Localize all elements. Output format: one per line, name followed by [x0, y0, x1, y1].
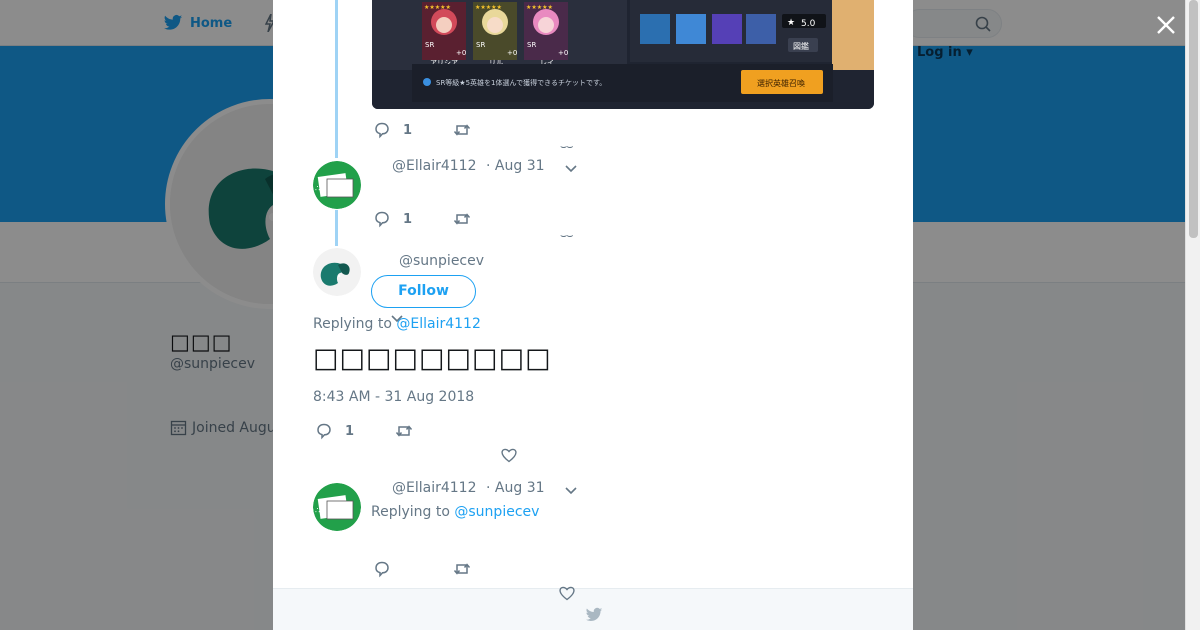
- tweet-handle[interactable]: @Ellair4112: [392, 480, 476, 496]
- reply-icon: [375, 122, 389, 139]
- user-avatar[interactable]: [313, 248, 361, 296]
- reply-action[interactable]: 1: [373, 121, 412, 139]
- zukan-label: 図鑑: [793, 41, 809, 51]
- tweet-timestamp[interactable]: 8:43 AM - 31 Aug 2018: [313, 389, 474, 405]
- retweet-action[interactable]: [453, 121, 471, 139]
- tweet-date[interactable]: · Aug 31: [486, 158, 545, 174]
- chevron-down-icon[interactable]: [564, 484, 578, 498]
- tweet-handle[interactable]: @Ellair4112: [392, 158, 476, 174]
- tweet-handle[interactable]: @sunpiecev: [399, 253, 484, 269]
- replying-prefix: Replying to: [313, 316, 392, 332]
- thread-connector: [335, 210, 338, 246]
- retweet-action[interactable]: [453, 210, 471, 228]
- retweet-icon: [453, 124, 471, 136]
- heart-icon[interactable]: [500, 446, 518, 464]
- replying-to-link[interactable]: @Ellair4112: [396, 316, 480, 332]
- like-icon-partial[interactable]: ⌣⌣: [560, 140, 574, 154]
- rating-label: 5.0: [801, 19, 816, 29]
- user-avatar[interactable]: ∴: [313, 161, 361, 209]
- twitter-bird-icon: [585, 607, 603, 622]
- retweet-icon: [395, 425, 413, 437]
- retweet-action[interactable]: [395, 422, 413, 440]
- replying-to-line: Replying to @sunpiecev: [371, 504, 539, 520]
- green-avatar-image: ∴: [313, 161, 361, 209]
- follow-button[interactable]: Follow: [371, 275, 476, 308]
- reply-icon: [317, 423, 331, 440]
- tweet-media-image[interactable]: ★★★★★ SR +0 アリシア ★★★★★ SR +0 リル ★★★★★ SR…: [372, 0, 874, 109]
- like-icon-partial[interactable]: ⌣⌣: [560, 229, 574, 243]
- svg-text:∴: ∴: [315, 184, 320, 193]
- reply-count: 1: [403, 122, 413, 138]
- replying-to-line: Replying to @Ellair4112: [313, 316, 481, 332]
- reply-count: 1: [345, 423, 355, 439]
- scrollbar-thumb[interactable]: [1189, 0, 1198, 238]
- svg-text:∴: ∴: [315, 506, 320, 515]
- heart-icon[interactable]: [558, 584, 576, 602]
- hero-card: ★★★★★ SR +0 アリシア: [422, 2, 466, 67]
- replying-to-link[interactable]: @sunpiecev: [454, 504, 539, 520]
- game-screenshot: ★★★★★ SR +0 アリシア ★★★★★ SR +0 リル ★★★★★ SR…: [372, 0, 874, 109]
- green-avatar-image: ∴: [313, 483, 361, 531]
- reply-action[interactable]: [373, 560, 391, 578]
- summon-button-label: 選択英雄召喚: [757, 78, 805, 88]
- reply-count: 1: [403, 211, 413, 227]
- hero-card: ★★★★★ SR +0 レイ: [524, 2, 568, 67]
- svg-text:★★★★★: ★★★★★: [526, 4, 553, 11]
- svg-text:+0: +0: [558, 49, 568, 57]
- replying-prefix: Replying to: [371, 504, 450, 520]
- svg-text:+0: +0: [507, 49, 517, 57]
- retweet-icon: [453, 213, 471, 225]
- svg-text:★★★★★: ★★★★★: [424, 4, 451, 11]
- tweet-text: □□□□□□□□□: [313, 343, 552, 374]
- retweet-action[interactable]: [453, 560, 471, 578]
- user-avatar[interactable]: ∴: [313, 483, 361, 531]
- svg-text:★: ★: [787, 18, 795, 28]
- chevron-down-icon[interactable]: [564, 162, 578, 176]
- reply-icon: [375, 211, 389, 228]
- character-avatar-image: [313, 248, 361, 296]
- reply-action[interactable]: 1: [315, 422, 354, 440]
- reply-action[interactable]: 1: [373, 210, 412, 228]
- thread-connector: [335, 0, 338, 158]
- svg-text:★★★★★: ★★★★★: [475, 4, 502, 11]
- svg-text:SR: SR: [476, 41, 485, 49]
- hero-card: ★★★★★ SR +0 リル: [473, 2, 517, 67]
- svg-text:SR: SR: [425, 41, 434, 49]
- tweet-date[interactable]: · Aug 31: [486, 480, 545, 496]
- svg-text:SR: SR: [527, 41, 536, 49]
- page-scrollbar[interactable]: [1185, 0, 1200, 630]
- close-icon[interactable]: [1153, 12, 1179, 38]
- retweet-icon: [453, 563, 471, 575]
- notice-text: SR等級★5英雄を1体選んで獲得できるチケットです。: [436, 78, 606, 87]
- reply-icon: [375, 561, 389, 578]
- svg-text:+0: +0: [456, 49, 466, 57]
